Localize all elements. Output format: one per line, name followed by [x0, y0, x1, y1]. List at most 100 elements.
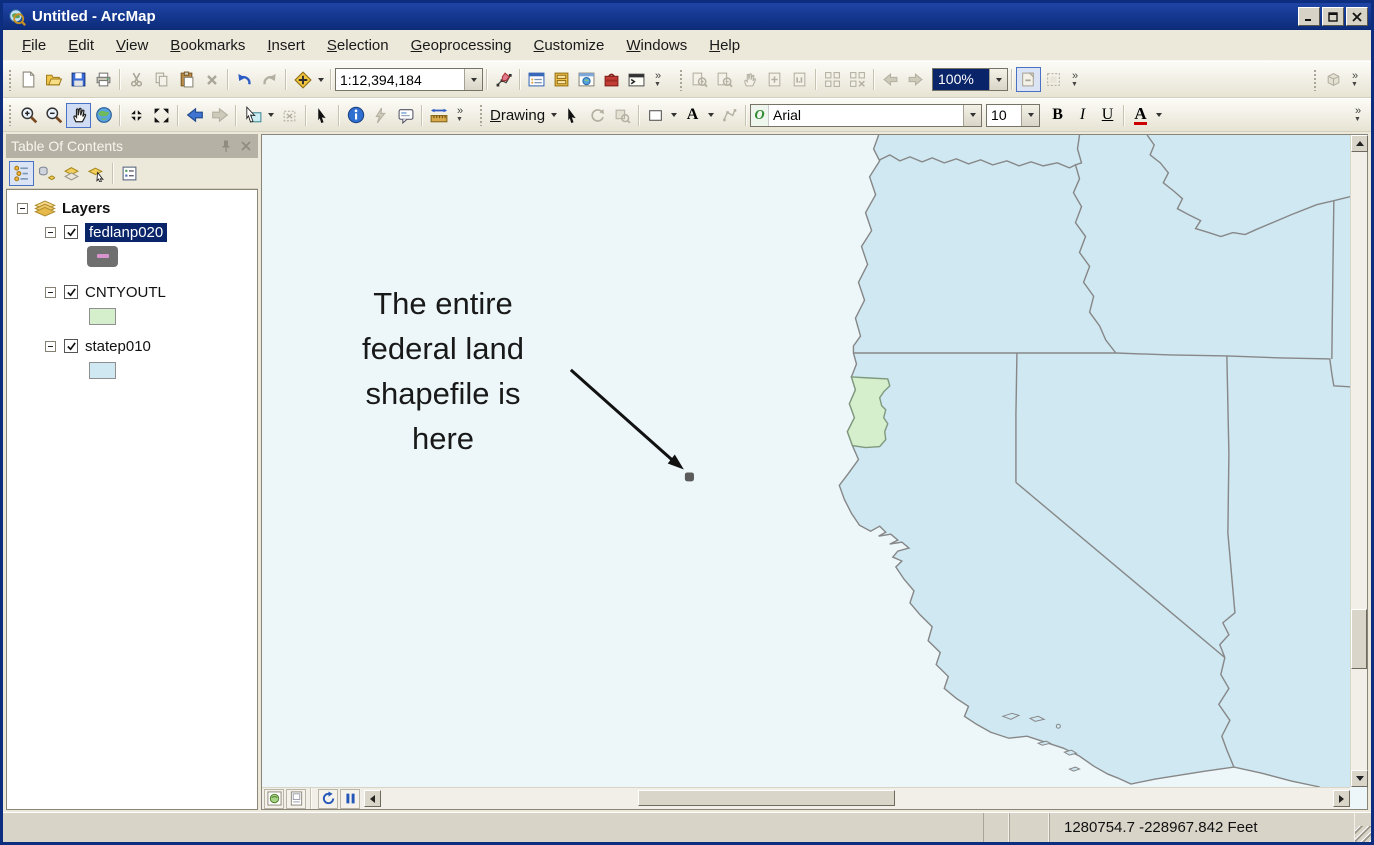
forward-extent-button-disabled[interactable]: [207, 103, 232, 128]
list-by-visibility-button[interactable]: [59, 161, 84, 186]
cut-button-disabled[interactable]: [124, 67, 149, 92]
underline-button[interactable]: U: [1095, 103, 1120, 128]
horizontal-scroll-track[interactable]: [381, 790, 1333, 807]
select-elements-tool[interactable]: [310, 103, 335, 128]
menu-selection[interactable]: Selection: [316, 32, 400, 59]
print-button[interactable]: [91, 67, 116, 92]
font-dropdown[interactable]: [963, 105, 981, 126]
layout-forward-extent-disabled[interactable]: [903, 67, 928, 92]
toc-options-button[interactable]: [117, 161, 142, 186]
fixed-zoom-in-tool[interactable]: [124, 103, 149, 128]
zoom-out-tool[interactable]: [41, 103, 66, 128]
undo-button[interactable]: [232, 67, 257, 92]
pause-drawing-button[interactable]: [340, 789, 360, 809]
paste-button[interactable]: [174, 67, 199, 92]
maximize-button[interactable]: [1322, 7, 1344, 26]
layer-row-fedlanp020[interactable]: fedlanp020: [7, 220, 257, 244]
arctoolbox-button[interactable]: [599, 67, 624, 92]
new-rectangle-tool[interactable]: [643, 103, 668, 128]
layer-symbol-row[interactable]: [7, 304, 257, 328]
italic-button[interactable]: I: [1070, 103, 1095, 128]
html-popup-tool[interactable]: [393, 103, 418, 128]
list-by-source-button[interactable]: [34, 161, 59, 186]
zoom-to-selected-disabled[interactable]: [610, 103, 635, 128]
toolbar-grip[interactable]: [8, 104, 12, 126]
drawing-toolbar-overflow[interactable]: »▼: [1350, 102, 1365, 128]
editor-toolbar-button[interactable]: [491, 67, 516, 92]
menu-file[interactable]: File: [11, 32, 57, 59]
menu-view[interactable]: View: [105, 32, 159, 59]
layout-back-extent-disabled[interactable]: [878, 67, 903, 92]
cntyoutl-polygon-symbol[interactable]: [89, 308, 116, 325]
scroll-right-button[interactable]: [1333, 790, 1350, 807]
federal-land-dot[interactable]: [685, 472, 694, 481]
layer-row-cntyoutl[interactable]: CNTYOUTL: [7, 280, 257, 304]
zoom-in-tool[interactable]: [16, 103, 41, 128]
clear-selection-disabled[interactable]: [277, 103, 302, 128]
vertical-scrollbar[interactable]: [1350, 135, 1367, 787]
layout-zoom-dropdown[interactable]: [989, 69, 1007, 90]
hyperlink-tool-disabled[interactable]: [368, 103, 393, 128]
pin-icon[interactable]: [219, 139, 233, 153]
collapse-icon[interactable]: [45, 227, 56, 238]
layer-checkbox[interactable]: [64, 225, 78, 239]
menu-help[interactable]: Help: [698, 32, 751, 59]
menu-insert[interactable]: Insert: [256, 32, 316, 59]
edit-vertices-disabled[interactable]: [717, 103, 742, 128]
measure-tool[interactable]: [426, 103, 451, 128]
identify-tool[interactable]: [343, 103, 368, 128]
close-button[interactable]: [1346, 7, 1368, 26]
data-view-button[interactable]: [264, 789, 284, 809]
layout-zoom-value[interactable]: 100%: [933, 69, 989, 90]
layout-view-button[interactable]: [286, 789, 306, 809]
close-icon[interactable]: [239, 139, 253, 153]
rotate-tool-disabled[interactable]: [585, 103, 610, 128]
toc-header[interactable]: Table Of Contents: [6, 134, 258, 158]
dataframe-toolbar-overflow[interactable]: »▼: [1347, 67, 1362, 93]
scroll-up-button[interactable]: [1351, 135, 1368, 152]
toggle-draft-mode-button[interactable]: [1016, 67, 1041, 92]
layer-row-statep010[interactable]: statep010: [7, 334, 257, 358]
open-button[interactable]: [41, 67, 66, 92]
zoom-whole-page-disabled[interactable]: [820, 67, 845, 92]
select-features-dropdown[interactable]: [265, 103, 277, 128]
python-window-button[interactable]: [624, 67, 649, 92]
font-size-input[interactable]: [987, 105, 1021, 126]
vertical-scroll-track[interactable]: [1351, 152, 1367, 770]
save-button[interactable]: [66, 67, 91, 92]
layer-checkbox[interactable]: [64, 339, 78, 353]
new-map-button[interactable]: [16, 67, 41, 92]
search-window-button[interactable]: [574, 67, 599, 92]
collapse-icon[interactable]: [17, 203, 28, 214]
layer-label[interactable]: CNTYOUTL: [85, 284, 166, 301]
layout-zoom-in-disabled[interactable]: [687, 67, 712, 92]
catalog-window-button[interactable]: [549, 67, 574, 92]
toolbar-grip[interactable]: [8, 69, 12, 91]
add-data-dropdown[interactable]: [315, 67, 327, 92]
map-scale-dropdown[interactable]: [464, 69, 482, 90]
shape-dropdown[interactable]: [668, 103, 680, 128]
font-name-input[interactable]: [769, 105, 963, 126]
back-extent-button[interactable]: [182, 103, 207, 128]
statep010-polygon-symbol[interactable]: [89, 362, 116, 379]
pan-tool-active[interactable]: [66, 103, 91, 128]
list-by-drawing-order-button[interactable]: [9, 161, 34, 186]
drawing-menu-dropdown[interactable]: [548, 103, 560, 128]
zoom-page-width-disabled[interactable]: [845, 67, 870, 92]
new-text-tool[interactable]: A: [680, 103, 705, 128]
copy-button-disabled[interactable]: [149, 67, 174, 92]
scroll-down-button[interactable]: [1351, 770, 1368, 787]
drawing-select-elements-tool[interactable]: [560, 103, 585, 128]
map-scale-input[interactable]: [336, 69, 464, 90]
layer-symbol-row[interactable]: [7, 244, 257, 268]
layer-label-selected[interactable]: fedlanp020: [85, 223, 167, 242]
horizontal-scroll-thumb[interactable]: [638, 790, 895, 806]
full-extent-tool[interactable]: [91, 103, 116, 128]
layout-pan-disabled[interactable]: [737, 67, 762, 92]
text-dropdown[interactable]: [705, 103, 717, 128]
menu-customize[interactable]: Customize: [523, 32, 616, 59]
font-color-dropdown[interactable]: [1153, 103, 1165, 128]
new-dataframe-disabled[interactable]: [1321, 67, 1346, 92]
menu-bookmarks[interactable]: Bookmarks: [159, 32, 256, 59]
menu-edit[interactable]: Edit: [57, 32, 105, 59]
